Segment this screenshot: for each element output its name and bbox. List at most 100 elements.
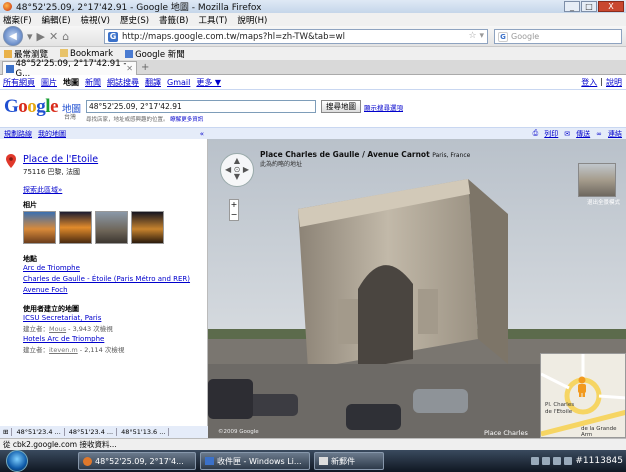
minimize-button[interactable]: _ [564, 1, 580, 12]
home-icon[interactable]: ⌂ [62, 30, 69, 43]
search-maps-button[interactable]: 搜尋地圖 [321, 100, 361, 113]
result-tab[interactable]: 48°51'13.6 ... [121, 428, 170, 436]
back-arrow-icon[interactable]: ◀ [3, 26, 23, 46]
streetview-copyright: ©2009 Google [218, 429, 259, 435]
tray-icon[interactable] [553, 457, 562, 465]
folder-icon [60, 48, 69, 57]
volume-icon[interactable] [564, 457, 573, 465]
window-titlebar[interactable]: 48°52'25.09, 2°17'42.91 - Google 地圖 - Mo… [0, 0, 626, 13]
start-button-icon[interactable] [6, 450, 28, 472]
expand-icon[interactable]: ⊞ [3, 428, 13, 436]
star-folder-icon [4, 49, 12, 58]
pegman-icon[interactable] [575, 376, 589, 398]
menu-file[interactable]: 檔案(F) [3, 14, 32, 26]
gbar-news[interactable]: 新聞 [85, 77, 101, 88]
close-button[interactable]: X [598, 1, 624, 12]
history-dropdown-icon[interactable]: ▾ [27, 30, 33, 43]
taskbar-firefox[interactable]: 48°52'25.09, 2°17'4... [78, 452, 196, 470]
tab-close-icon[interactable]: ✕ [126, 64, 133, 73]
creator-link[interactable]: Mous [49, 325, 66, 333]
stop-icon[interactable]: ✕ [49, 30, 58, 43]
link-icon[interactable]: ∞ [596, 130, 602, 138]
search-engine-icon[interactable]: G [498, 31, 508, 42]
bookmark-star-icon[interactable]: ☆ ▾ [469, 31, 484, 41]
search-hint: 尋找店家，地址或感興趣的位置。 瞭解更多資訊 [86, 117, 204, 123]
minimap-label: Pl. Charles [545, 402, 575, 408]
result-tab[interactable]: 48°51'23.4 ... [16, 428, 65, 436]
user-map-link[interactable]: ICSU Secretariat, Paris [23, 314, 101, 322]
place-title-link[interactable]: Place de l'Etoile [23, 154, 98, 165]
tab-active[interactable]: 48°52'25.09, 2°17'42.91 - G... ✕ [2, 59, 137, 79]
pan-compass-icon[interactable]: ▲ ◀ ⊙ ▶ ▼ [220, 153, 254, 187]
gbar-blogsearch[interactable]: 網誌搜尋 [107, 77, 139, 88]
exit-streetview-caption[interactable]: 退出全景模式 [587, 198, 620, 206]
gbar-web[interactable]: 所有網頁 [3, 77, 35, 88]
creator-link[interactable]: iteven.m [49, 346, 78, 354]
signin-link[interactable]: 登入 [581, 77, 597, 88]
system-tray: #1113845 [531, 450, 626, 472]
result-tab[interactable]: 48°51'23.4 ... [69, 428, 118, 436]
photo-thumbnail[interactable] [131, 211, 164, 244]
zoom-control[interactable]: + − [229, 199, 239, 221]
place-link-foch[interactable]: Avenue Foch [23, 286, 68, 294]
exit-streetview-thumbnail[interactable] [578, 163, 616, 197]
zoom-out-icon[interactable]: − [230, 210, 238, 220]
photo-thumbnail[interactable] [23, 211, 56, 244]
link-link[interactable]: 連結 [608, 129, 622, 139]
my-maps-link[interactable]: 我的地圖 [38, 129, 66, 139]
taskbar-newmail[interactable]: 新郵件 [314, 452, 384, 470]
url-bar[interactable]: G http://maps.google.com.tw/maps?hl=zh-T… [104, 29, 488, 44]
gbar-maps[interactable]: 地圖 [63, 77, 79, 88]
maximize-button[interactable]: □ [581, 1, 597, 12]
tab-favicon-icon [6, 64, 14, 73]
send-link[interactable]: 傳送 [576, 129, 590, 139]
menu-bookmarks[interactable]: 書籤(B) [159, 14, 188, 26]
map-pin-icon[interactable] [6, 154, 16, 168]
show-search-options-link[interactable]: 顯示搜尋選項 [364, 102, 403, 112]
directions-link[interactable]: 規劃路線 [4, 129, 32, 139]
menu-view[interactable]: 檢視(V) [81, 14, 110, 26]
tray-clock: #1113845 [575, 456, 623, 466]
browser-search-box[interactable]: G Google [494, 29, 622, 44]
print-link[interactable]: 列印 [544, 129, 558, 139]
place-link-metro[interactable]: Charles de Gaulle - Étoile (Paris Métro … [23, 275, 190, 283]
result-tabs-bar: ⊞ 48°51'23.4 ... 48°51'23.4 ... 48°51'13… [0, 426, 208, 438]
explore-area-link[interactable]: 探索此區域» [23, 185, 62, 195]
help-link[interactable]: 說明 [606, 77, 622, 88]
new-tab-icon[interactable]: + [141, 62, 149, 73]
photo-thumbnail[interactable] [95, 211, 128, 244]
photo-thumbnail[interactable] [59, 211, 92, 244]
google-logo[interactable]: Google [4, 96, 58, 118]
gbar-translate[interactable]: 翻譯 [145, 77, 161, 88]
status-bar: 從 cbk2.google.com 接收資料... [0, 438, 626, 450]
forward-arrow-icon[interactable]: ▶ [37, 30, 45, 43]
mini-map[interactable]: Pl. Charles de l'Etoile de la Grande Arm [540, 353, 626, 438]
menu-tools[interactable]: 工具(T) [199, 14, 228, 26]
streetview-subtitle: 此為約略的地址 [260, 161, 303, 168]
site-favicon-icon: G [108, 31, 118, 42]
menu-edit[interactable]: 編輯(E) [42, 14, 71, 26]
user-map-link[interactable]: Hotels Arc de Triomphe [23, 335, 104, 343]
window-title: 48°52'25.09, 2°17'42.91 - Google 地圖 - Mo… [16, 3, 262, 13]
menu-help[interactable]: 說明(H) [237, 14, 267, 26]
url-text[interactable]: http://maps.google.com.tw/maps?hl=zh-TW&… [122, 32, 345, 42]
email-icon[interactable]: ✉ [564, 130, 570, 138]
gbar-more[interactable]: 更多 ▼ [196, 77, 221, 88]
tray-icon[interactable] [531, 457, 540, 465]
tray-icon[interactable] [542, 457, 551, 465]
collapse-panel-icon[interactable]: « [200, 130, 204, 138]
bookmark-folder[interactable]: Bookmark [60, 48, 113, 59]
gbar-gmail[interactable]: Gmail [167, 78, 190, 87]
taskbar-mail[interactable]: 收件匣 - Windows Li... [200, 452, 310, 470]
menu-history[interactable]: 歷史(S) [120, 14, 149, 26]
tab-strip: 48°52'25.09, 2°17'42.91 - G... ✕ + [0, 59, 626, 79]
zoom-in-icon[interactable]: + [230, 200, 238, 210]
streetview-title: Place Charles de Gaulle / Avenue Carnot … [260, 150, 471, 159]
learn-more-link[interactable]: 瞭解更多資訊 [170, 117, 203, 123]
minimap-label: de l'Etoile [545, 409, 573, 415]
maps-search-input[interactable]: 48°52'25.09, 2°17'42.91 [86, 100, 316, 113]
gbar-images[interactable]: 圖片 [41, 77, 57, 88]
places-heading: 地點 [23, 255, 37, 263]
place-link-arc[interactable]: Arc de Triomphe [23, 264, 80, 272]
print-icon[interactable]: ⎙ [533, 129, 539, 138]
